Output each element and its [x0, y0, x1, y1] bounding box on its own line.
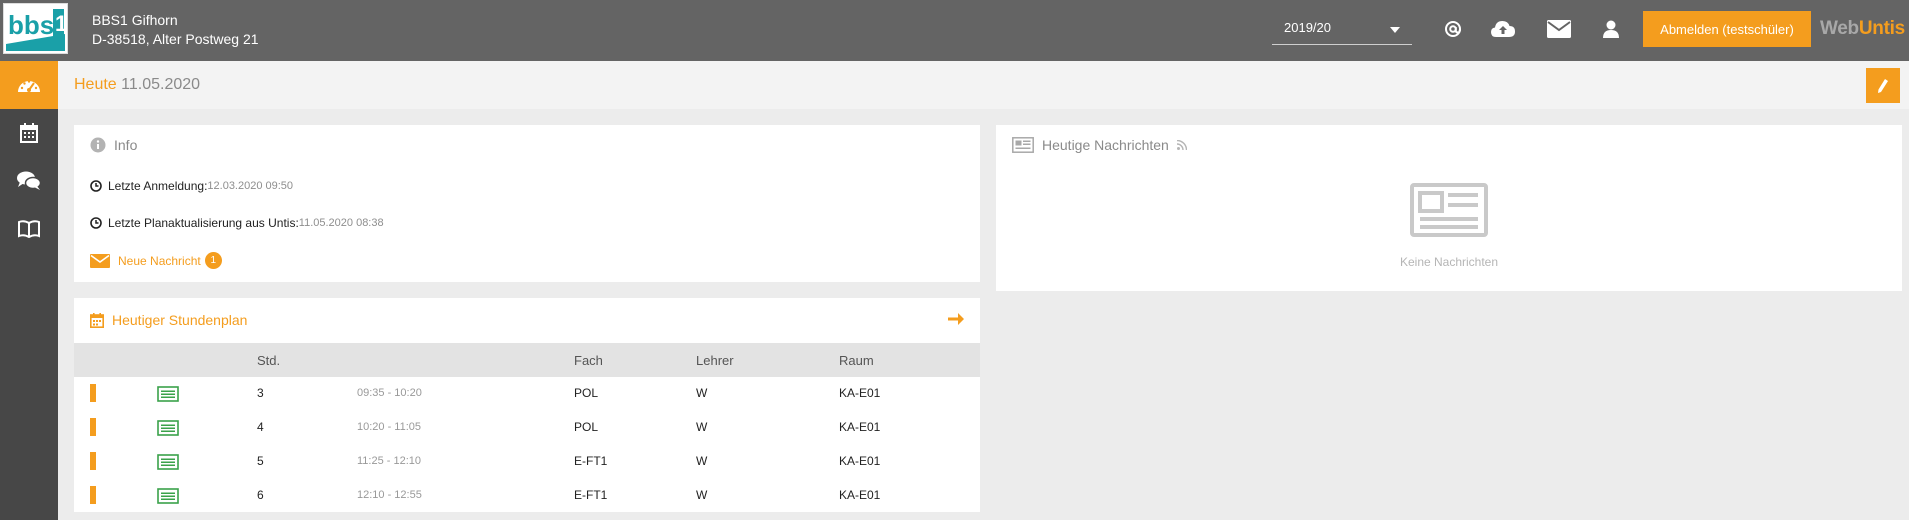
lesson-raum: KA-E01 — [839, 386, 881, 400]
calendar-icon — [90, 312, 104, 328]
sidebar-item-dashboard[interactable] — [0, 61, 58, 109]
news-panel-title: Heutige Nachrichten — [1012, 137, 1187, 153]
lesson-std: 6 — [257, 488, 264, 502]
lesson-std: 4 — [257, 420, 264, 434]
timetable-panel: Heutiger Stundenplan Std. Fach Lehrer Ra… — [74, 298, 980, 512]
lesson-fach: POL — [574, 386, 599, 400]
user-icon[interactable] — [1596, 15, 1626, 43]
last-update-row: Letzte Planaktualisierung aus Untis: 11.… — [90, 216, 384, 230]
clock-icon — [90, 217, 102, 229]
column-fach: Fach — [574, 353, 603, 368]
cloud-upload-icon[interactable] — [1488, 15, 1518, 43]
table-row[interactable]: 4 10:20 - 11:05 POL W KA-E01 — [74, 411, 980, 439]
logout-button[interactable]: Abmelden (testschüler) — [1643, 11, 1811, 47]
info-panel-title: Info — [90, 137, 137, 153]
news-panel: Heutige Nachrichten Keine Nachrichten — [996, 125, 1902, 291]
last-update-value: 11.05.2020 08:38 — [298, 217, 384, 229]
column-std: Std. — [257, 353, 281, 368]
newspaper-icon — [1012, 137, 1034, 153]
envelope-icon — [90, 253, 110, 268]
info-icon — [90, 137, 106, 153]
clock-icon — [90, 180, 102, 192]
lesson-details-icon[interactable] — [157, 420, 179, 436]
arrow-right-icon[interactable] — [948, 312, 964, 331]
school-address: D-38518, Alter Postweg 21 — [92, 31, 259, 47]
no-news-label: Keine Nachrichten — [1399, 255, 1499, 269]
last-login-value: 12.03.2020 09:50 — [207, 180, 294, 192]
top-bar: bbs 1 BBS1 Gifhorn D-38518, Alter Postwe… — [0, 0, 1909, 61]
brand-part-untis: Untis — [1858, 18, 1905, 39]
lesson-color-bar — [90, 418, 96, 436]
lesson-details-icon[interactable] — [157, 488, 179, 504]
lesson-lehrer: W — [696, 386, 708, 400]
lesson-lehrer: W — [696, 488, 708, 502]
chat-icon — [17, 171, 41, 190]
school-name: BBS1 Gifhorn — [92, 12, 178, 28]
school-info: BBS1 Gifhorn D-38518, Alter Postweg 21 — [92, 11, 259, 49]
table-row[interactable]: 6 12:10 - 12:55 E-FT1 W KA-E01 — [74, 479, 980, 507]
calendar-icon — [20, 123, 38, 143]
sidebar — [0, 61, 58, 520]
info-title-text: Info — [114, 137, 138, 153]
timetable-title-text: Heutiger Stundenplan — [112, 312, 248, 328]
last-login-label: Letzte Anmeldung: — [108, 179, 208, 193]
lesson-raum: KA-E01 — [839, 420, 881, 434]
lesson-std: 5 — [257, 454, 264, 468]
page-date: 11.05.2020 — [121, 76, 201, 93]
lesson-fach: POL — [574, 420, 599, 434]
newspaper-icon — [1410, 183, 1488, 242]
chevron-down-icon — [1390, 27, 1400, 33]
brand-part-web: Web — [1820, 18, 1859, 39]
lesson-raum: KA-E01 — [839, 488, 881, 502]
sidebar-item-calendar[interactable] — [0, 109, 58, 157]
dashboard-icon — [18, 80, 40, 92]
edit-button[interactable] — [1866, 68, 1900, 103]
svg-text:bbs: bbs — [8, 10, 54, 40]
lesson-color-bar — [90, 452, 96, 470]
news-title-text: Heutige Nachrichten — [1042, 137, 1169, 153]
webuntis-brand: WebUntis — [1820, 18, 1905, 40]
info-panel: Info Letzte Anmeldung: 12.03.2020 09:50 … — [74, 125, 980, 282]
lesson-time: 09:35 - 10:20 — [357, 387, 422, 399]
lesson-color-bar — [90, 486, 96, 504]
sidebar-item-messages[interactable] — [0, 157, 58, 205]
rss-icon[interactable] — [1176, 140, 1187, 150]
column-raum: Raum — [839, 353, 874, 368]
lesson-fach: E-FT1 — [574, 454, 608, 468]
timetable-panel-title: Heutiger Stundenplan — [90, 312, 247, 328]
school-year-value: 2019/20 — [1284, 20, 1331, 35]
new-message-label: Neue Nachricht — [118, 253, 201, 268]
last-login-row: Letzte Anmeldung: 12.03.2020 09:50 — [90, 179, 293, 193]
column-lehrer: Lehrer — [696, 353, 734, 368]
new-message-badge: 1 — [204, 252, 222, 269]
lesson-time: 12:10 - 12:55 — [357, 489, 422, 501]
lesson-time: 11:25 - 12:10 — [357, 455, 422, 467]
school-logo[interactable]: bbs 1 — [3, 3, 68, 54]
pencil-icon — [1878, 78, 1888, 93]
book-icon — [18, 220, 40, 238]
envelope-icon[interactable] — [1544, 15, 1574, 43]
page-title-label: Heute — [74, 76, 117, 93]
page-title-bar: Heute 11.05.2020 — [58, 61, 1909, 109]
timetable-header: Std. Fach Lehrer Raum — [74, 343, 980, 377]
school-year-select[interactable]: 2019/20 — [1272, 12, 1412, 45]
lesson-details-icon[interactable] — [157, 454, 179, 470]
lesson-details-icon[interactable] — [157, 386, 179, 402]
last-update-label: Letzte Planaktualisierung aus Untis: — [108, 216, 299, 230]
svg-text:1: 1 — [55, 11, 67, 36]
lesson-color-bar — [90, 384, 96, 402]
lesson-raum: KA-E01 — [839, 454, 881, 468]
new-message-link[interactable]: Neue Nachricht 1 — [90, 252, 222, 269]
lesson-std: 3 — [257, 386, 264, 400]
at-icon[interactable] — [1438, 15, 1468, 43]
table-row[interactable]: 5 11:25 - 12:10 E-FT1 W KA-E01 — [74, 445, 980, 473]
lesson-lehrer: W — [696, 420, 708, 434]
table-row[interactable]: 3 09:35 - 10:20 POL W KA-E01 — [74, 377, 980, 405]
lesson-lehrer: W — [696, 454, 708, 468]
lesson-time: 10:20 - 11:05 — [357, 421, 422, 433]
lesson-fach: E-FT1 — [574, 488, 608, 502]
sidebar-item-books[interactable] — [0, 205, 58, 253]
page-title: Heute 11.05.2020 — [74, 76, 200, 94]
